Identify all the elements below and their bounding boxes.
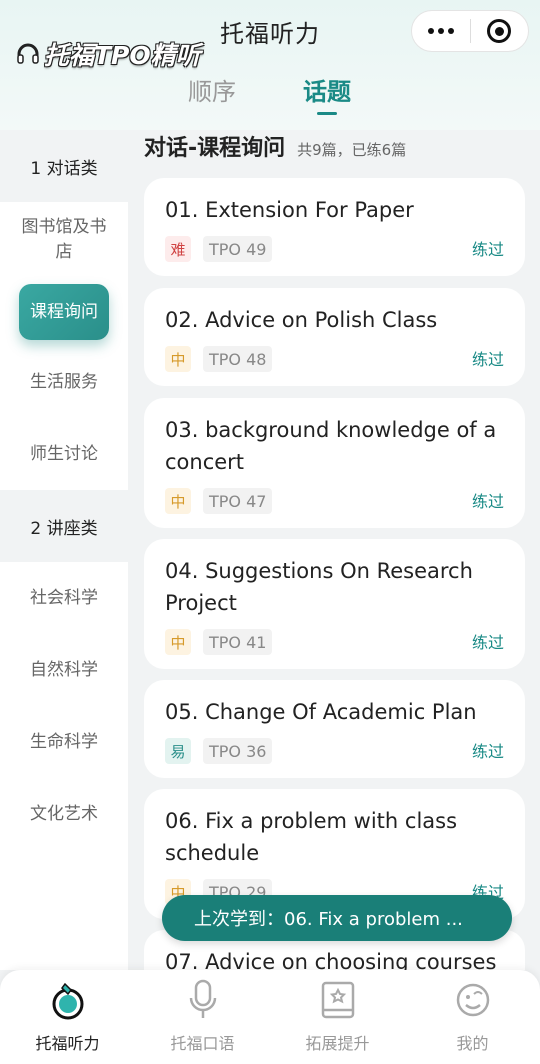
difficulty-badge: 易: [165, 738, 191, 764]
tab-extension[interactable]: 拓展提升: [270, 970, 405, 1064]
sidebar-item-library[interactable]: 图书馆及书店: [0, 202, 128, 278]
tab-label: 托福听力: [35, 1034, 100, 1053]
sidebar-item-life-science[interactable]: 生命科学: [0, 706, 128, 778]
tab-toefl-speaking[interactable]: 托福口语: [135, 970, 270, 1064]
practiced-status: 练过: [471, 240, 504, 259]
tab-sequence[interactable]: 顺序: [188, 72, 236, 107]
listening-icon: [46, 978, 90, 1022]
tpo-tag: TPO 36: [203, 738, 273, 764]
card-meta: 易 TPO 36: [165, 738, 273, 764]
watermark-text: 托福TPO精听: [44, 41, 201, 70]
sidebar-item-culture-art[interactable]: 文化艺术: [0, 778, 128, 850]
card-title: 02. Advice on Polish Class: [165, 308, 438, 332]
sidebar-item-label: 师生讨论: [30, 443, 98, 464]
card-meta: 中 TPO 48: [165, 346, 273, 372]
more-button[interactable]: [412, 11, 470, 51]
sidebar-item-label: 自然科学: [30, 659, 98, 680]
more-dots-icon: [427, 28, 454, 34]
sidebar-item-label: 图书馆及书店: [21, 217, 107, 262]
record-close-icon: [487, 19, 512, 43]
headphones-icon: [17, 43, 39, 64]
category-sidebar: 1 对话类 图书馆及书店 课程询问 生活服务 师生讨论 2 讲座类 社会科学 自…: [0, 130, 128, 970]
header: 托福听力 托福TPO精听 顺序 话题: [0, 0, 540, 130]
sidebar-item-teacher-discussion[interactable]: 师生讨论: [0, 418, 128, 490]
tpo-tag: TPO 48: [203, 346, 273, 372]
practiced-status: 练过: [471, 633, 504, 652]
card-meta: 中 TPO 41: [165, 629, 273, 655]
tpo-tag: TPO 41: [203, 629, 273, 655]
tpo-tag: TPO 47: [203, 488, 273, 514]
practiced-status: 练过: [471, 350, 504, 369]
section-header: 对话-课程询问 共9篇，已练6篇: [144, 130, 407, 161]
card-meta: 中 TPO 47: [165, 488, 273, 514]
card-title: 01. Extension For Paper: [165, 198, 414, 222]
microphone-icon: [181, 978, 225, 1022]
sidebar-item-social-science[interactable]: 社会科学: [0, 562, 128, 634]
practiced-status: 练过: [471, 742, 504, 761]
tab-toefl-listening[interactable]: 托福听力: [0, 970, 135, 1064]
sidebar-group-dialogue: 1 对话类: [0, 130, 128, 202]
sidebar-item-label: 文化艺术: [30, 803, 98, 824]
section-progress: 共9篇，已练6篇: [297, 141, 407, 159]
difficulty-badge: 中: [165, 346, 191, 372]
tab-label: 托福口语: [170, 1034, 235, 1053]
bottom-tab-bar: 托福听力 托福口语 拓展提升 我的: [0, 970, 540, 1064]
tab-label: 拓展提升: [305, 1034, 370, 1053]
close-miniapp-button[interactable]: [471, 11, 529, 51]
difficulty-badge: 中: [165, 629, 191, 655]
card-title: 03. background knowledge of a concert: [165, 418, 497, 474]
card-title: 07. Advice on choosing courses: [165, 950, 497, 970]
sidebar-item-label: 生活服务: [30, 371, 98, 392]
difficulty-badge: 中: [165, 488, 191, 514]
section-title: 对话-课程询问: [144, 136, 286, 161]
topic-card[interactable]: 05. Change Of Academic Plan 易 TPO 36 练过: [144, 680, 525, 778]
resume-learning-banner[interactable]: 上次学到：06. Fix a problem ...: [162, 895, 512, 941]
topic-card[interactable]: 04. Suggestions On Research Project 中 TP…: [144, 539, 525, 669]
mini-program-capsule: [411, 10, 529, 52]
sidebar-item-label: 社会科学: [30, 587, 98, 608]
tab-label: 我的: [456, 1034, 489, 1053]
sidebar-item-label: 课程询问: [19, 284, 109, 340]
topic-card[interactable]: 01. Extension For Paper 难 TPO 49 练过: [144, 178, 525, 276]
profile-icon: [451, 978, 495, 1022]
practiced-status: 练过: [471, 492, 504, 511]
tab-topic[interactable]: 话题: [303, 72, 351, 115]
card-title: 05. Change Of Academic Plan: [165, 700, 477, 724]
sidebar-item-life-service[interactable]: 生活服务: [0, 346, 128, 418]
topic-card[interactable]: 02. Advice on Polish Class 中 TPO 48 练过: [144, 288, 525, 386]
tpo-tag: TPO 49: [203, 236, 273, 262]
card-title: 06. Fix a problem with class schedule: [165, 809, 458, 865]
book-icon: [316, 978, 360, 1022]
card-title: 04. Suggestions On Research Project: [165, 559, 473, 615]
card-meta: 难 TPO 49: [165, 236, 273, 262]
sidebar-item-course-inquiry[interactable]: 课程询问: [0, 278, 128, 346]
sidebar-item-label: 生命科学: [30, 731, 98, 752]
topic-list: 对话-课程询问 共9篇，已练6篇 01. Extension For Paper…: [128, 130, 540, 970]
sidebar-item-natural-science[interactable]: 自然科学: [0, 634, 128, 706]
tab-profile[interactable]: 我的: [405, 970, 540, 1064]
difficulty-badge: 难: [165, 236, 191, 262]
topic-card[interactable]: 03. background knowledge of a concert 中 …: [144, 398, 525, 528]
sidebar-group-lecture: 2 讲座类: [0, 490, 128, 562]
watermark: 托福TPO精听: [16, 36, 201, 72]
mode-tabs: 顺序 话题: [0, 72, 540, 115]
